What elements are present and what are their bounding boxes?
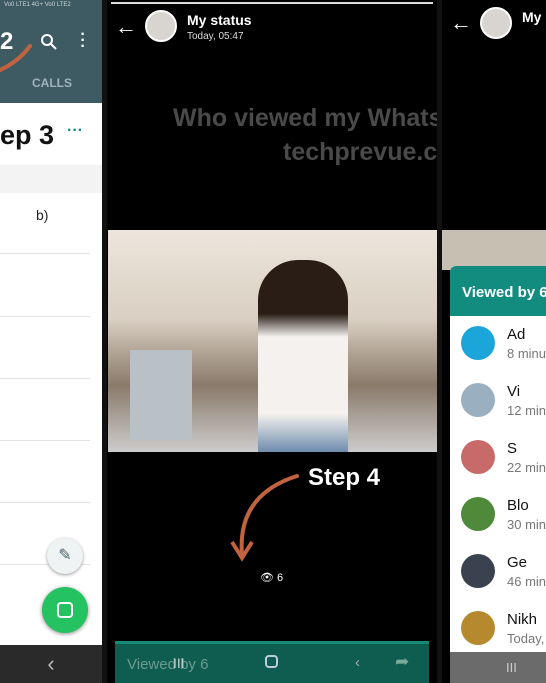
status-progress-bar [111, 2, 433, 4]
forward-icon[interactable]: ➦ [395, 652, 409, 672]
watermark-line1: Who viewed my WhatsApp St [173, 104, 437, 132]
camera-fab-button[interactable] [42, 587, 88, 633]
viewer-time: Today, [507, 631, 545, 646]
more-options-icon[interactable]: · · · [78, 27, 88, 55]
status-title: My status [187, 12, 252, 28]
watermark-line2: techprevue.com [283, 138, 437, 166]
viewer-name: Blo [507, 497, 529, 514]
viewer-avatar [461, 440, 495, 474]
photo-monitor [130, 350, 192, 440]
my-avatar [480, 7, 512, 39]
chats-screen: Vo0 LTE1 4G+ Vo0 LTE2 2 · · · CALLS ep 3 ·… [0, 0, 102, 683]
viewer-name: Vi [507, 383, 521, 400]
my-avatar [145, 10, 177, 42]
status-menu-icon[interactable]: ··· [67, 122, 83, 140]
nav-recent-button[interactable]: III [173, 655, 185, 671]
step-4-label: Step 4 [308, 464, 381, 491]
status-photo [442, 230, 546, 270]
annotation-arrow [0, 44, 32, 72]
photo-woman [258, 260, 348, 452]
viewer-time: 46 min [507, 574, 546, 589]
viewed-by-label: Viewed by 6 [127, 656, 209, 673]
view-count-number: 6 [277, 572, 284, 584]
viewer-name: Ad [507, 326, 526, 343]
nav-recent-button[interactable]: III [506, 660, 517, 675]
viewer-time: 12 min [507, 403, 546, 418]
camera-icon [57, 602, 73, 618]
status-bar: Vo0 LTE1 4G+ Vo0 LTE2 [4, 2, 71, 8]
pencil-fab-button[interactable]: ✎ [47, 538, 83, 574]
viewer-time: 22 min [507, 460, 546, 475]
step-3-label: ep 3 [0, 120, 55, 150]
viewer-avatar [461, 383, 495, 417]
nav-back-button[interactable]: ‹ [0, 645, 102, 683]
status-viewer: ← My status Today, 05:47 Who viewed my W… [107, 0, 437, 683]
viewer-time: 30 min [507, 517, 546, 532]
nav-back-button[interactable]: ‹ [355, 654, 360, 671]
viewer-avatar [461, 326, 495, 360]
nav-bar: III [450, 652, 546, 683]
viewer-avatar [461, 611, 495, 645]
viewer-row[interactable]: Vi 12 min [442, 373, 546, 435]
viewer-row[interactable]: S 22 min [442, 430, 546, 492]
sheet-header: Viewed by 6 [450, 266, 546, 316]
annotation-arrow [230, 474, 299, 562]
search-icon[interactable] [40, 33, 58, 51]
nav-home-button[interactable] [265, 655, 278, 668]
viewers-screen: ← My Viewed by 6 Ad 8 minu Vi 12 min S 2… [442, 0, 546, 683]
section-divider [0, 165, 102, 193]
viewer-row[interactable]: Blo 30 min [442, 487, 546, 549]
back-arrow-icon[interactable]: ← [450, 10, 472, 36]
viewer-name: Ge [507, 554, 528, 571]
view-count[interactable]: 👁︎ 6 [260, 571, 283, 584]
viewer-avatar [461, 497, 495, 531]
viewed-by-bar[interactable]: Viewed by 6 III ‹ ➦ [115, 641, 429, 683]
viewer-avatar [461, 554, 495, 588]
viewer-time: 8 minu [507, 346, 546, 361]
viewer-row[interactable]: Ge 46 min [442, 544, 546, 606]
chat-row-text: b) [36, 207, 49, 223]
status-time: Today, 05:47 [187, 31, 244, 42]
viewer-name: S [507, 440, 518, 457]
sheet-title: Viewed by 6 [462, 284, 546, 301]
tab-calls[interactable]: CALLS [32, 76, 72, 90]
status-title: My [522, 9, 542, 25]
viewer-name: Nikh [507, 611, 538, 628]
eye-icon: 👁︎ [260, 572, 274, 584]
back-arrow-icon[interactable]: ← [115, 14, 137, 40]
status-photo [108, 230, 437, 452]
viewer-row[interactable]: Ad 8 minu [442, 316, 546, 378]
